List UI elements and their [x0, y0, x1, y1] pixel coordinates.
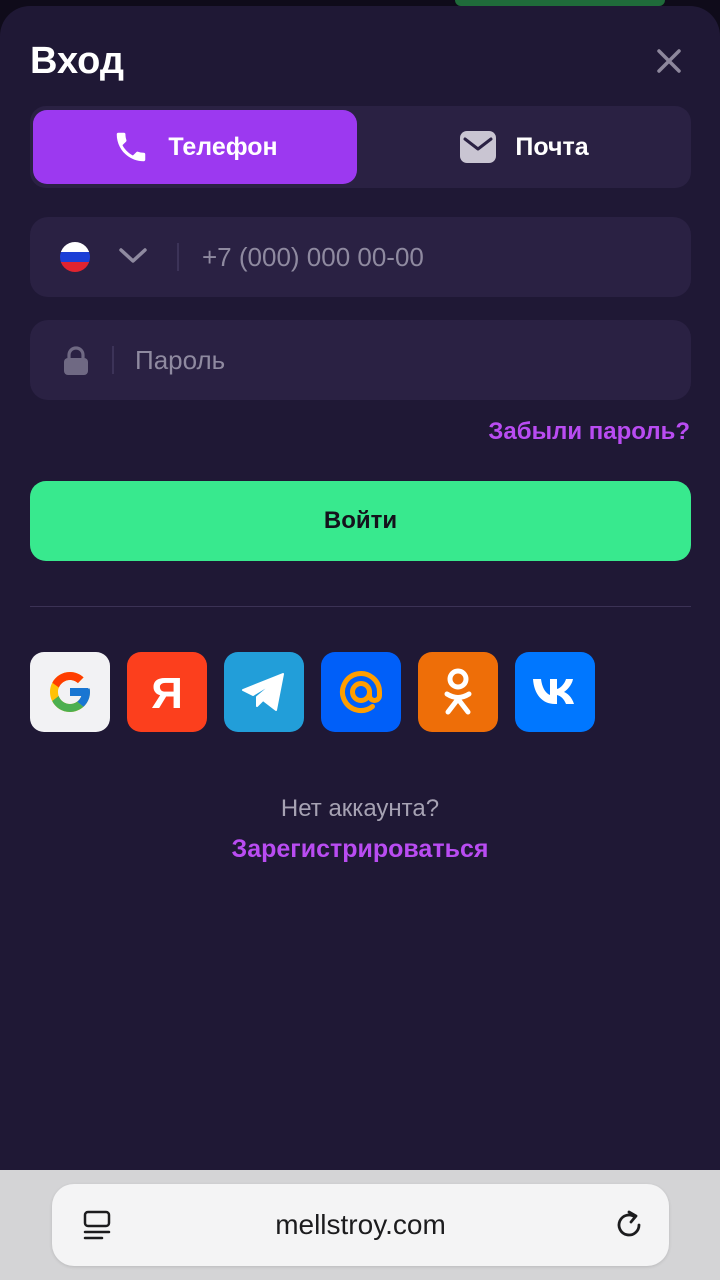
- yandex-icon: Я: [151, 669, 183, 716]
- ok-icon: [444, 668, 472, 715]
- close-icon: [657, 49, 681, 73]
- login-sheet: Вход Телефон Почта +7 (000) 000 00-00 За…: [0, 6, 720, 1170]
- ok-login-button[interactable]: [418, 652, 498, 732]
- chevron-down-icon: [119, 248, 147, 263]
- forgot-password-link[interactable]: Забыли пароль?: [488, 418, 690, 446]
- telegram-icon: [242, 673, 284, 711]
- dialog-title: Вход: [30, 40, 124, 82]
- lock-icon: [64, 346, 88, 375]
- svg-text:Я: Я: [151, 669, 183, 716]
- google-icon: [50, 672, 90, 712]
- mailru-login-button[interactable]: [321, 652, 401, 732]
- vk-icon: [533, 679, 574, 704]
- country-dropdown[interactable]: [118, 245, 148, 272]
- telegram-login-button[interactable]: [224, 652, 304, 732]
- vk-login-button[interactable]: [515, 652, 595, 732]
- social-login-row: Я: [30, 652, 595, 732]
- url-text: mellstroy.com: [275, 1209, 446, 1240]
- browser-toolbar: mellstroy.com: [0, 1170, 720, 1280]
- address-bar[interactable]: mellstroy.com: [52, 1184, 669, 1266]
- password-input[interactable]: [135, 320, 675, 400]
- field-divider: [112, 346, 114, 374]
- tab-phone[interactable]: Телефон: [33, 110, 357, 184]
- mail-icon: [460, 131, 497, 163]
- at-icon: [340, 671, 382, 713]
- field-divider: [177, 243, 179, 271]
- phone-field: [30, 217, 691, 297]
- login-method-tabs: Телефон Почта: [30, 106, 691, 188]
- phone-icon: [117, 132, 146, 162]
- reload-icon[interactable]: [612, 1208, 646, 1242]
- tab-mail[interactable]: Почта: [360, 110, 688, 184]
- close-button[interactable]: [650, 42, 688, 80]
- russia-flag-icon: [60, 242, 90, 272]
- phone-input[interactable]: [202, 217, 672, 297]
- tab-mail-label: Почта: [515, 132, 589, 161]
- register-link[interactable]: Зарегистрироваться: [0, 835, 720, 864]
- yandex-login-button[interactable]: Я: [127, 652, 207, 732]
- tab-phone-label: Телефон: [168, 132, 278, 161]
- register-prompt: Нет аккаунта?: [280, 795, 440, 822]
- login-button[interactable]: Войти: [30, 481, 691, 561]
- divider: [30, 606, 691, 607]
- password-field: [30, 320, 691, 400]
- google-login-button[interactable]: [30, 652, 110, 732]
